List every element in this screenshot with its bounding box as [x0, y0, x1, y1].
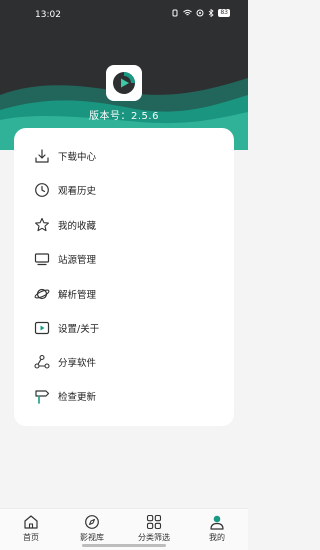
compass-icon: [85, 515, 99, 529]
menu-item-label: 检查更新: [58, 392, 97, 403]
signpost-icon: [34, 388, 50, 404]
video-play-icon: [34, 320, 50, 336]
grid-icon: [146, 514, 162, 530]
home-indicator: [82, 544, 166, 547]
tab-label: 分类筛选: [138, 533, 170, 542]
home-icon: [24, 515, 38, 529]
tab-library[interactable]: 影视库: [72, 514, 112, 543]
menu-item-check-update[interactable]: 检查更新: [34, 381, 224, 411]
menu-item-label: 解析管理: [58, 290, 97, 301]
play-logo-icon: [113, 72, 135, 94]
menu-item-download-center[interactable]: 下载中心: [34, 141, 224, 171]
menu-item-share-app[interactable]: 分享软件: [34, 347, 224, 377]
menu-item-label: 我的收藏: [58, 221, 97, 232]
planet-icon: [34, 286, 50, 302]
menu-item-label: 观看历史: [58, 186, 97, 197]
menu-item-settings-about[interactable]: 设置/关于: [34, 313, 224, 343]
menu-item-label: 站源管理: [58, 255, 97, 266]
menu-item-label: 下载中心: [58, 152, 97, 163]
menu-card: 下载中心 观看历史 我的收藏 站源管理 解析管理 设置/关于 分享软件 检查更新: [14, 128, 234, 426]
tab-category-filter[interactable]: 分类筛选: [134, 514, 174, 543]
status-icons: 83: [171, 9, 230, 17]
menu-item-watch-history[interactable]: 观看历史: [34, 175, 224, 205]
menu-item-favorites[interactable]: 我的收藏: [34, 210, 224, 240]
bluetooth-icon: [209, 9, 214, 17]
signal-icon: [196, 9, 204, 17]
star-icon: [34, 217, 50, 233]
download-icon: [34, 148, 50, 164]
wifi-icon: [183, 9, 193, 16]
tab-label: 首页: [23, 533, 39, 542]
menu-item-label: 分享软件: [58, 358, 97, 369]
menu-item-source-management[interactable]: 站源管理: [34, 244, 224, 274]
tab-home[interactable]: 首页: [11, 514, 51, 543]
menu-item-parser-management[interactable]: 解析管理: [34, 279, 224, 309]
menu-item-label: 设置/关于: [58, 324, 100, 335]
tab-mine[interactable]: 我的: [197, 514, 237, 543]
battery-icon: 83: [218, 9, 230, 17]
tab-label: 影视库: [80, 533, 104, 542]
vibrate-icon: [172, 9, 178, 17]
clock-icon: [34, 182, 50, 198]
tab-label: 我的: [209, 533, 225, 542]
version-label: 版本号：2.5.6: [89, 111, 159, 122]
monitor-icon: [34, 251, 50, 267]
status-bar: 13:02 83: [0, 0, 248, 30]
user-icon: [210, 515, 224, 530]
app-logo: [106, 65, 142, 101]
share-icon: [34, 354, 50, 370]
status-time: 13:02: [35, 10, 61, 20]
